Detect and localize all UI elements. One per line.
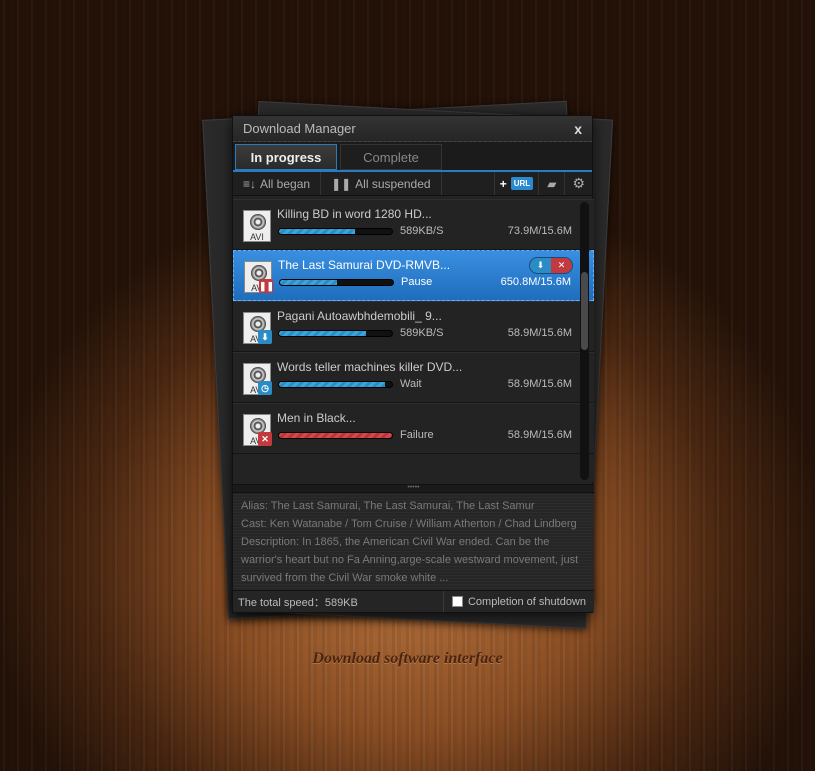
splitter-handle[interactable]: ••••• [233,484,594,493]
settings-button[interactable]: ⚙ [565,172,592,195]
window-title: Download Manager [243,121,356,136]
download-size: 58.9M/15.6M [507,429,572,441]
download-status: 589KB/S [400,327,444,339]
file-name: Killing BD in word 1280 HD... [277,207,432,221]
progress-bar [279,279,394,286]
file-name: Men in Black... [277,411,356,425]
total-speed: The total speed：589KB [233,591,444,612]
all-suspended-button[interactable]: ❚❚ All suspended [321,172,442,195]
download-status: Failure [400,429,434,441]
download-size: 58.9M/15.6M [507,327,572,339]
row-actions: ⬇ ✕ [529,257,573,274]
download-status: Pause [401,276,433,288]
pause-icon: ❚❚ [259,279,275,293]
url-label: URL [510,177,534,190]
progress-fill [280,280,337,285]
gear-icon: ⚙ [572,175,585,191]
scrollbar-thumb[interactable] [581,272,588,350]
all-suspended-label: All suspended [355,176,431,191]
all-began-button[interactable]: ≡↓ All began [233,172,322,195]
download-manager-window: Download Manager x In progress Complete … [232,115,594,613]
caption: Download software interface [312,650,503,667]
download-list: AVI Killing BD in word 1280 HD... 589KB/S… [233,199,594,482]
download-row[interactable]: AVI ✕ Men in Black... Failure 58.9M/15.6M [233,403,594,454]
download-row[interactable]: AVI ❚❚ The Last Samurai DVD-RMVB... Pause … [233,250,594,301]
resume-download-button[interactable]: ⬇ [530,258,551,273]
progress-fill [279,331,366,336]
pause-icon: ❚❚ [331,176,352,191]
progress-bar [278,381,393,388]
shutdown-label: Completion of shutdown [467,595,586,608]
alias-text: Alias: The Last Samurai, The Last Samura… [241,500,535,512]
file-name: Pagani Autoawbhdemobili_ 9... [277,309,442,323]
download-status: 589KB/S [400,225,444,237]
shutdown-option[interactable]: Completion of shutdown [444,596,594,608]
file-name: Words teller machines killer DVD... [277,360,463,374]
start-all-icon: ≡↓ [243,176,257,191]
folder-button[interactable]: ▰ [539,172,566,195]
description-text: Description: In 1865, the American Civil… [241,536,579,584]
close-icon[interactable]: x [574,121,582,137]
download-row[interactable]: AVI ◷ Words teller machines killer DVD... … [233,352,594,403]
status-bar: The total speed：589KB Completion of shut… [233,590,594,612]
download-icon: ⬇ [258,330,272,344]
progress-bar [278,228,393,235]
toolbar: ≡↓ All began ❚❚ All suspended + URL ▰ ⚙ [233,172,592,196]
tab-in-progress[interactable]: In progress [235,144,337,170]
delete-button[interactable]: ✕ [551,258,572,273]
download-size: 73.9M/15.6M [507,225,572,237]
error-icon: ✕ [258,432,272,446]
video-file-icon: AVI [243,210,271,242]
download-status: Wait [400,378,422,390]
shutdown-checkbox[interactable] [451,596,463,607]
progress-fill [279,382,386,387]
add-url-button[interactable]: + URL [493,172,540,195]
progress-bar [278,330,393,337]
folder-icon: ▰ [547,176,557,191]
all-began-label: All began [260,176,311,191]
download-row[interactable]: AVI ⬇ Pagani Autoawbhdemobili_ 9... 589KB/… [233,301,594,352]
info-panel: Alias: The Last Samurai, The Last Samura… [233,494,594,590]
title-bar: Download Manager x [233,116,592,142]
progress-fill [279,433,392,438]
progress-fill [279,229,355,234]
download-row[interactable]: AVI Killing BD in word 1280 HD... 589KB/S… [233,199,594,250]
clock-icon: ◷ [258,381,272,395]
scrollbar[interactable] [580,202,589,480]
progress-bar [278,432,393,439]
cast-text: Cast: Ken Watanabe / Tom Cruise / Willia… [241,518,577,530]
file-name: The Last Samurai DVD-RMVB... [278,258,451,272]
download-size: 58.9M/15.6M [507,378,572,390]
download-size: 650.8M/15.6M [500,276,571,288]
plus-icon: + [499,176,507,191]
tab-complete[interactable]: Complete [340,144,442,170]
tab-bar: In progress Complete [233,142,592,172]
